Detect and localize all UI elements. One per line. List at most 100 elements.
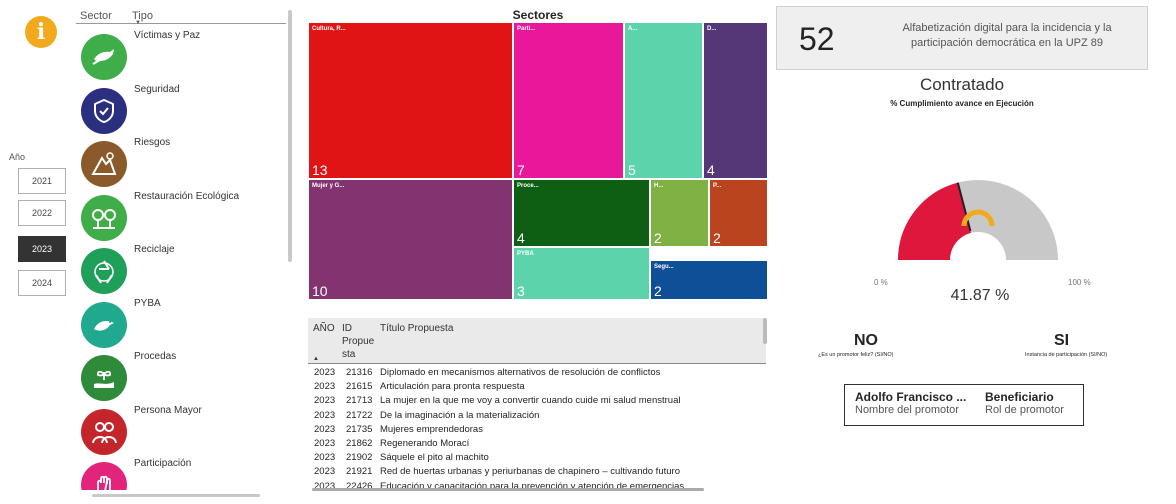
treemap-tile[interactable]: A... 5 bbox=[624, 22, 703, 179]
col-title-header[interactable]: Título Propuesta bbox=[380, 322, 453, 335]
cell-year: 2023 bbox=[314, 452, 336, 464]
trees-icon bbox=[81, 194, 127, 241]
cell-year: 2023 bbox=[314, 395, 336, 407]
treemap-tile[interactable]: D... 4 bbox=[703, 22, 768, 179]
sector-name: Seguridad bbox=[134, 83, 180, 95]
treemap-tile[interactable]: P... 2 bbox=[709, 179, 768, 247]
sector-list-scrollbar[interactable] bbox=[288, 10, 292, 262]
sector-list-header: Sector Tipo ▼ bbox=[76, 6, 286, 26]
year-option-2022[interactable]: 2022 bbox=[18, 200, 66, 226]
recycle-icon bbox=[81, 248, 127, 294]
landslide-icon bbox=[81, 141, 127, 187]
cell-title: Red de huertas urbanas y periurbanas de … bbox=[380, 466, 680, 478]
year-option-2021[interactable]: 2021 bbox=[18, 168, 66, 194]
table-row[interactable]: 2023 21902 Sáquele el pito al machito bbox=[308, 451, 766, 465]
cell-title: Mujeres emprendedoras bbox=[380, 423, 483, 435]
treemap-tile-label: A... bbox=[628, 26, 638, 32]
gauge-title: % Cumplimiento avance en Ejecución bbox=[890, 99, 1034, 108]
dove-icon bbox=[81, 34, 127, 80]
gauge-min-label: 0 % bbox=[874, 278, 888, 287]
cell-id: 21735 bbox=[346, 423, 373, 435]
table-row[interactable]: 2023 21316 Diplomado en mecanismos alterna… bbox=[308, 366, 766, 380]
col-sector-header[interactable]: Sector bbox=[80, 10, 112, 22]
table-row[interactable]: 2023 21921 Red de huertas urbanas y periur… bbox=[308, 465, 766, 479]
shield-icon bbox=[81, 87, 127, 134]
treemap-tile-value: 5 bbox=[628, 162, 636, 178]
year-slicer-label: Año bbox=[9, 152, 26, 162]
promotor-name: Adolfo Francisco ... bbox=[855, 390, 967, 404]
sort-desc-icon: ▼ bbox=[135, 20, 141, 26]
cell-id: 21316 bbox=[346, 367, 373, 378]
table-vscrollbar[interactable] bbox=[763, 318, 767, 344]
year-option-2024[interactable]: 2024 bbox=[18, 270, 66, 296]
sector-name: Riesgos bbox=[134, 137, 171, 148]
table-row[interactable]: 2023 21862 Regenerando Morací bbox=[308, 437, 766, 451]
cell-year: 2023 bbox=[314, 423, 336, 435]
table-row[interactable]: 2023 21615 Articulación para pronta respue… bbox=[308, 380, 766, 394]
instancia-value: SI bbox=[1054, 332, 1070, 349]
treemap-tile-value: 2 bbox=[654, 230, 662, 246]
cell-id: 21615 bbox=[346, 381, 373, 393]
treemap-tile-value: 4 bbox=[707, 162, 715, 178]
gauge-max-label: 100 % bbox=[1068, 278, 1091, 287]
sector-list-hscrollbar[interactable] bbox=[92, 494, 260, 497]
cell-id: 21862 bbox=[346, 438, 373, 449]
promotor-feliz-value: NO bbox=[854, 332, 878, 349]
sector-row[interactable]: PYBA bbox=[76, 296, 286, 349]
treemap-tile[interactable]: Mujer y G... 10 bbox=[308, 179, 513, 300]
sector-row[interactable]: Restauración Ecológica bbox=[76, 189, 286, 242]
sector-name: Reciclaje bbox=[134, 244, 175, 255]
year-option-2023[interactable]: 2023 bbox=[18, 236, 66, 262]
table-row[interactable]: 2023 21735 Mujeres emprendedoras bbox=[308, 423, 766, 437]
treemap-tile[interactable]: H... 2 bbox=[650, 179, 709, 247]
treemap-tile-value: 2 bbox=[713, 230, 721, 246]
proposals-table: AÑO ID Propue sta Título Propuesta ▲ 202… bbox=[308, 318, 768, 494]
cell-id: 21902 bbox=[346, 452, 373, 464]
sector-row[interactable]: Persona Mayor bbox=[76, 403, 286, 456]
sector-row[interactable]: Reciclaje bbox=[76, 242, 286, 295]
sector-row[interactable]: Víctimas y Paz bbox=[76, 28, 286, 81]
treemap-tile-value: 4 bbox=[517, 230, 525, 246]
promotor-feliz-label: ¿Es un promotor feliz? (SI/NO) bbox=[818, 352, 894, 358]
treemap-tile[interactable]: Parti... 7 bbox=[513, 22, 624, 179]
treemap-tile[interactable]: Cultura, R... 13 bbox=[308, 22, 513, 179]
treemap-tile-value: 13 bbox=[312, 162, 328, 178]
treemap-tile[interactable]: PYBA 3 bbox=[513, 247, 650, 300]
sector-row[interactable]: Procedas bbox=[76, 349, 286, 402]
cell-title: Regenerando Morací bbox=[380, 438, 470, 449]
table-header: AÑO ID Propue sta Título Propuesta ▲ bbox=[308, 318, 766, 364]
treemap-tile-label: D... bbox=[707, 26, 717, 32]
table-row[interactable]: 2023 21713 La mujer en la que me voy a con… bbox=[308, 394, 766, 408]
table-row[interactable]: 2023 21722 De la imaginación a la material… bbox=[308, 409, 766, 423]
treemap-tile-value: 7 bbox=[517, 162, 525, 178]
treemap-tile[interactable]: Proce... 4 bbox=[513, 179, 650, 247]
sector-name: Persona Mayor bbox=[134, 404, 202, 416]
sector-row[interactable]: Riesgos bbox=[76, 135, 286, 188]
cell-title: Diplomado en mecanismos alternativos de … bbox=[380, 367, 661, 378]
table-hscrollbar[interactable] bbox=[312, 488, 704, 491]
treemap-tile-label: Parti... bbox=[517, 26, 536, 32]
proposal-number: 52 bbox=[799, 21, 835, 57]
cell-year: 2023 bbox=[314, 367, 336, 378]
cell-year: 2023 bbox=[314, 381, 336, 393]
treemap-tile[interactable]: Segu... 2 bbox=[650, 260, 768, 300]
table-row[interactable]: 2023 22426 Educación y capacitación para l… bbox=[308, 480, 766, 494]
promotor-role: Beneficiario bbox=[985, 390, 1054, 404]
gauge-value: 41.87 % bbox=[950, 287, 1010, 304]
col-year-header[interactable]: AÑO bbox=[313, 322, 335, 335]
sector-row[interactable]: Seguridad bbox=[76, 82, 286, 135]
cell-year: 2023 bbox=[314, 409, 336, 421]
info-icon[interactable]: i bbox=[25, 16, 57, 48]
treemap-tile-label: Cultura, R... bbox=[312, 26, 346, 32]
cell-title: De la imaginación a la materialización bbox=[380, 409, 540, 421]
treemap-tile-value: 10 bbox=[312, 283, 328, 299]
treemap-tile-label: Proce... bbox=[517, 183, 539, 189]
sector-row[interactable]: Participación bbox=[76, 456, 286, 490]
plant-hand-icon bbox=[81, 355, 127, 401]
cell-year: 2023 bbox=[314, 466, 336, 478]
cell-title: La mujer en la que me voy a convertir cu… bbox=[380, 395, 681, 407]
cell-title: Articulación para pronta respuesta bbox=[380, 381, 525, 393]
col-id-header[interactable]: ID Propue sta bbox=[342, 322, 374, 361]
bird-icon bbox=[81, 301, 127, 348]
cell-year: 2023 bbox=[314, 438, 336, 449]
